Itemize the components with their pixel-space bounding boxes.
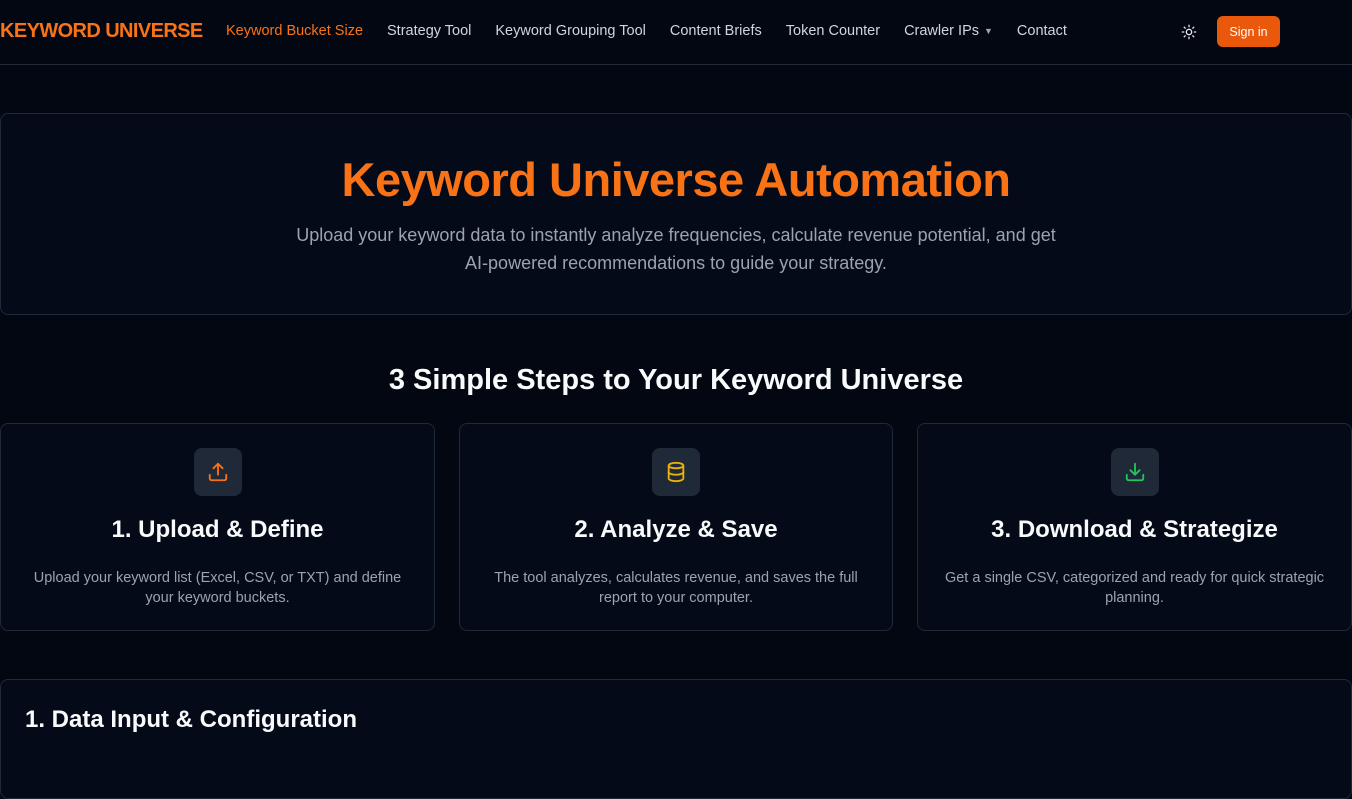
top-navbar: KEYWORD UNIVERSE Keyword Bucket Size Str…: [0, 0, 1352, 65]
step-icon-box: [193, 448, 242, 496]
sun-icon: [1181, 24, 1197, 40]
nav-link-keyword-grouping-tool[interactable]: Keyword Grouping Tool: [495, 23, 645, 39]
download-icon: [1125, 462, 1144, 482]
nav-link-keyword-bucket-size[interactable]: Keyword Bucket Size: [226, 23, 363, 39]
sign-in-button[interactable]: Sign in: [1217, 16, 1280, 47]
step-icon-box: [652, 448, 700, 496]
upload-icon: [208, 462, 227, 482]
nav-dropdown-crawler-ips[interactable]: Crawler IPs ▼: [904, 23, 993, 39]
nav-dropdown-label: Crawler IPs: [904, 23, 979, 39]
database-icon: [667, 461, 685, 483]
hero-card: Keyword Universe Automation Upload your …: [0, 113, 1352, 315]
step-description: Upload your keyword list (Excel, CSV, or…: [33, 570, 402, 606]
step-card-download: 3. Download & Strategize Get a single CS…: [917, 423, 1352, 631]
nav-link-strategy-tool[interactable]: Strategy Tool: [387, 23, 471, 39]
step-description: Get a single CSV, categorized and ready …: [944, 570, 1325, 606]
hero-title: Keyword Universe Automation: [341, 153, 1012, 206]
step-description: The tool analyzes, calculates revenue, a…: [494, 570, 858, 606]
step-title: 3. Download & Strategize: [991, 516, 1278, 543]
hero-subtitle: Upload your keyword data to instantly an…: [296, 225, 1056, 273]
step-title: 1. Upload & Define: [111, 516, 324, 543]
data-input-section: 1. Data Input & Configuration: [0, 679, 1352, 799]
nav-links: Keyword Bucket Size Strategy Tool Keywor…: [226, 23, 1091, 39]
steps-heading: 3 Simple Steps to Your Keyword Universe: [388, 364, 964, 396]
step-card-analyze: 2. Analyze & Save The tool analyzes, cal…: [459, 423, 893, 631]
section-title: 1. Data Input & Configuration: [25, 706, 357, 733]
nav-link-contact[interactable]: Contact: [1017, 23, 1067, 39]
site-logo[interactable]: KEYWORD UNIVERSE: [0, 20, 203, 43]
nav-link-token-counter[interactable]: Token Counter: [786, 23, 880, 39]
step-card-upload: 1. Upload & Define Upload your keyword l…: [0, 423, 435, 631]
nav-link-content-briefs[interactable]: Content Briefs: [670, 23, 762, 39]
step-icon-box: [1110, 448, 1159, 496]
step-title: 2. Analyze & Save: [574, 516, 778, 543]
theme-toggle-button[interactable]: [1177, 20, 1201, 44]
caret-down-icon: ▼: [984, 26, 993, 36]
